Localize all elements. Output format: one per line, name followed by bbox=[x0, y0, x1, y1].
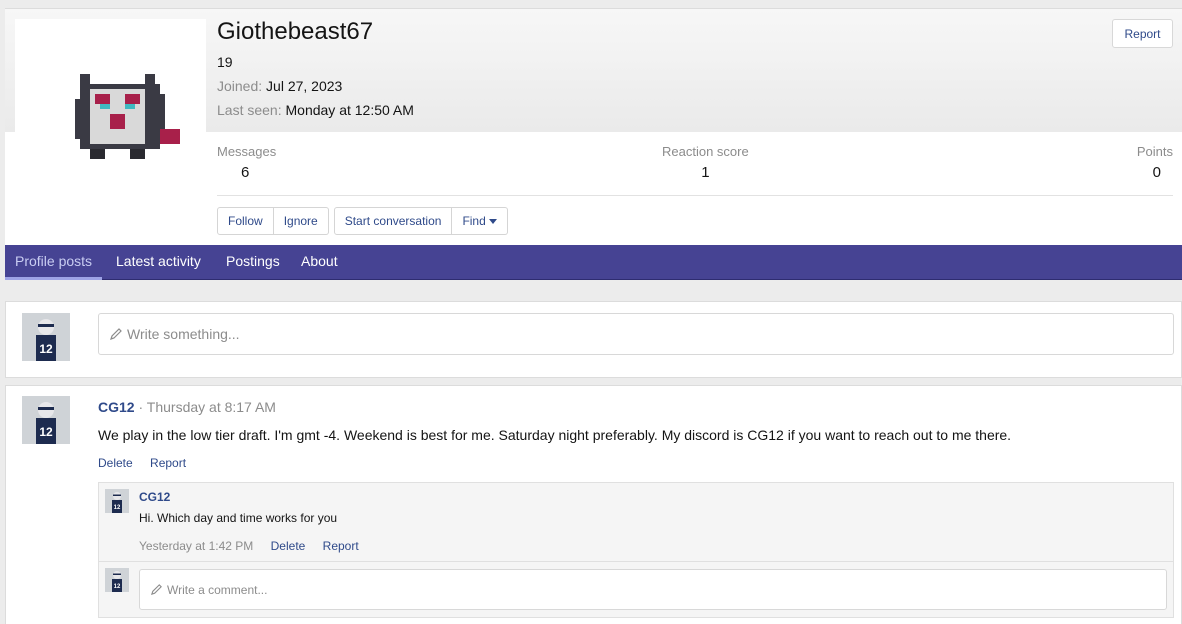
write-something-input[interactable]: Write something... bbox=[98, 313, 1174, 355]
find-button[interactable]: Find bbox=[452, 207, 508, 235]
stat-points-value: 0 bbox=[1152, 164, 1161, 181]
write-comment-placeholder: Write a comment... bbox=[167, 582, 268, 597]
stat-messages-label: Messages bbox=[217, 144, 277, 159]
joined-label: Joined: bbox=[217, 78, 263, 94]
avatar[interactable]: 12 bbox=[22, 396, 70, 444]
svg-text:12: 12 bbox=[114, 505, 121, 511]
user-title: 19 bbox=[217, 54, 233, 70]
profile-post: 12 CG12 · Thursday at 8:17 AM We play in… bbox=[5, 385, 1182, 624]
last-seen-value[interactable]: Monday at 12:50 AM bbox=[286, 102, 414, 118]
stat-messages[interactable]: Messages 6 bbox=[217, 144, 276, 181]
comment-author-link[interactable]: CG12 bbox=[139, 490, 170, 504]
stat-reaction-value: 1 bbox=[701, 164, 710, 181]
post-time[interactable]: Thursday at 8:17 AM bbox=[147, 399, 276, 415]
post-author-link[interactable]: CG12 bbox=[98, 399, 135, 415]
pencil-icon bbox=[150, 583, 163, 596]
report-profile-button[interactable]: Report bbox=[1112, 19, 1173, 48]
profile-avatar[interactable] bbox=[15, 19, 206, 240]
comment: 12 CG12 Hi. Which day and time works for… bbox=[98, 482, 1174, 562]
last-seen-line: Last seen: Monday at 12:50 AM bbox=[217, 102, 414, 118]
avatar[interactable]: 12 bbox=[105, 489, 129, 513]
last-seen-label: Last seen: bbox=[217, 102, 282, 118]
follow-button[interactable]: Follow bbox=[217, 207, 274, 235]
tab-postings[interactable]: Postings bbox=[226, 245, 280, 280]
delete-comment-link[interactable]: Delete bbox=[271, 539, 306, 553]
user-avatar-icon: 12 bbox=[22, 396, 70, 444]
profile-action-buttons: Follow Ignore Start conversation Find bbox=[217, 207, 508, 236]
svg-text:12: 12 bbox=[39, 342, 53, 356]
svg-text:12: 12 bbox=[39, 425, 53, 439]
comment-body: Hi. Which day and time works for you bbox=[139, 511, 338, 525]
comment-time[interactable]: Yesterday at 1:42 PM bbox=[139, 539, 253, 553]
find-label: Find bbox=[462, 214, 486, 228]
pencil-icon bbox=[109, 327, 123, 341]
stat-messages-value: 6 bbox=[241, 164, 250, 181]
stat-reaction-label: Reaction score bbox=[662, 144, 749, 159]
profile-tabs: Profile posts Latest activity Postings A… bbox=[5, 245, 1182, 280]
profile-stats: Messages 6 Reaction score 1 Points 0 bbox=[217, 144, 1173, 196]
joined-value[interactable]: Jul 27, 2023 bbox=[266, 78, 342, 94]
report-comment-link[interactable]: Report bbox=[323, 539, 359, 553]
avatar[interactable]: 12 bbox=[105, 568, 129, 592]
user-avatar-icon: 12 bbox=[22, 313, 70, 361]
profile-header: Giothebeast67 19 Joined: Jul 27, 2023 La… bbox=[5, 8, 1182, 245]
user-avatar-icon: 12 bbox=[105, 489, 129, 513]
tab-latest-activity[interactable]: Latest activity bbox=[116, 245, 201, 280]
stat-points-label: Points bbox=[1136, 144, 1173, 159]
comment-actions: Yesterday at 1:42 PM Delete Report bbox=[139, 539, 359, 553]
caret-down-icon bbox=[488, 218, 497, 224]
delete-post-link[interactable]: Delete bbox=[98, 456, 133, 470]
profile-username: Giothebeast67 bbox=[217, 18, 374, 45]
svg-text:12: 12 bbox=[114, 584, 121, 590]
joined-line: Joined: Jul 27, 2023 bbox=[217, 78, 342, 94]
stat-reaction-score[interactable]: Reaction score 1 bbox=[662, 144, 749, 181]
post-separator: · bbox=[138, 399, 144, 415]
profile-post-composer: 12 Write something... bbox=[5, 301, 1182, 378]
stat-points[interactable]: Points 0 bbox=[1137, 144, 1173, 181]
tab-about[interactable]: About bbox=[301, 245, 338, 280]
tab-profile-posts[interactable]: Profile posts bbox=[5, 245, 103, 280]
write-comment-input[interactable]: Write a comment... bbox=[139, 569, 1167, 610]
avatar[interactable]: 12 bbox=[22, 313, 70, 361]
write-something-placeholder: Write something... bbox=[127, 326, 240, 342]
ignore-button[interactable]: Ignore bbox=[273, 207, 329, 235]
gengar-sprite-icon bbox=[75, 74, 180, 159]
report-post-link[interactable]: Report bbox=[150, 456, 186, 470]
user-avatar-icon: 12 bbox=[105, 568, 129, 592]
post-body: We play in the low tier draft. I'm gmt -… bbox=[98, 427, 1012, 443]
start-conversation-button[interactable]: Start conversation bbox=[333, 207, 453, 235]
post-meta: CG12 · Thursday at 8:17 AM bbox=[98, 399, 276, 415]
comment-composer: 12 Write a comment... bbox=[98, 562, 1174, 618]
post-actions: Delete Report bbox=[98, 456, 200, 470]
